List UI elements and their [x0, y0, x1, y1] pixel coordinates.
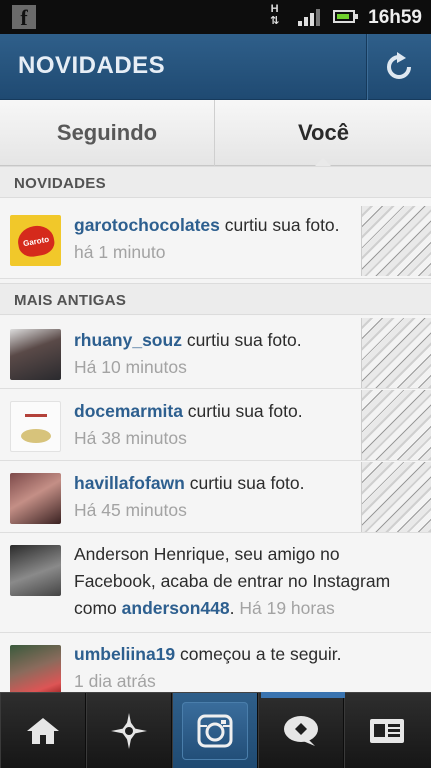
- timestamp: há 1 minuto: [74, 242, 166, 262]
- nav-profile-button[interactable]: [344, 693, 430, 768]
- home-icon: [26, 718, 59, 744]
- activity-text: curtiu sua foto.: [219, 215, 340, 235]
- page-title: NOVIDADES: [18, 52, 166, 79]
- list-item[interactable]: Garoto garotochocolates curtiu sua foto.…: [0, 198, 431, 279]
- username-link[interactable]: docemarmita: [74, 401, 183, 421]
- bottom-navigation: [0, 692, 431, 768]
- tab-seguindo[interactable]: Seguindo: [0, 100, 215, 166]
- top-header: NOVIDADES: [0, 34, 431, 100]
- activity-text: começou a te seguir.: [175, 644, 342, 664]
- tab-voce[interactable]: Você: [216, 100, 431, 166]
- active-nav-indicator: [261, 692, 345, 698]
- list-item[interactable]: havillafofawn curtiu sua foto. Há 45 min…: [0, 461, 431, 533]
- signal-strength-icon: [298, 8, 320, 26]
- timestamp: 1 dia atrás: [74, 671, 156, 691]
- nav-explore-button[interactable]: [86, 693, 172, 768]
- section-header-older: MAIS ANTIGAS: [0, 283, 431, 315]
- profile-card-icon: [370, 719, 404, 743]
- timestamp: Há 10 minutos: [74, 357, 187, 377]
- list-item[interactable]: rhuany_souz curtiu sua foto. Há 10 minut…: [0, 316, 431, 389]
- username-link[interactable]: umbeliina19: [74, 644, 175, 664]
- list-item[interactable]: docemarmita curtiu sua foto. Há 38 minut…: [0, 389, 431, 461]
- list-item[interactable]: Anderson Henrique, seu amigo no Facebook…: [0, 533, 431, 633]
- nav-camera-button[interactable]: [172, 693, 258, 768]
- username-link[interactable]: anderson448: [122, 598, 230, 618]
- avatar[interactable]: Garoto: [10, 215, 61, 266]
- facebook-notification-icon: f: [12, 5, 36, 30]
- tab-bar: Seguindo Você: [0, 100, 431, 166]
- timestamp: Há 19 horas: [239, 598, 335, 618]
- photo-thumbnail[interactable]: [361, 462, 431, 532]
- timestamp: Há 45 minutos: [74, 500, 187, 520]
- avatar[interactable]: [10, 545, 61, 596]
- activity-text: .: [229, 598, 235, 618]
- status-bar: f H ⇅ 16h59: [0, 0, 431, 34]
- photo-thumbnail[interactable]: [361, 318, 431, 388]
- activity-text: curtiu sua foto.: [182, 401, 303, 421]
- refresh-button[interactable]: [366, 34, 431, 100]
- avatar[interactable]: [10, 401, 61, 452]
- news-speech-bubble-icon: [283, 716, 318, 746]
- nav-news-button[interactable]: [258, 693, 344, 768]
- nav-home-button[interactable]: [0, 693, 86, 768]
- activity-text: curtiu sua foto.: [184, 473, 305, 493]
- battery-icon: [333, 10, 358, 23]
- refresh-icon: [387, 52, 411, 79]
- avatar[interactable]: [10, 473, 61, 524]
- clock: 16h59: [368, 7, 422, 28]
- timestamp: Há 38 minutos: [74, 428, 187, 448]
- camera-icon: [197, 714, 232, 748]
- section-header-new: NOVIDADES: [0, 166, 431, 198]
- photo-thumbnail[interactable]: [361, 206, 431, 276]
- network-type-icon: H ⇅: [270, 3, 280, 27]
- activity-text: curtiu sua foto.: [181, 330, 302, 350]
- explore-star-icon: [110, 713, 147, 749]
- photo-thumbnail[interactable]: [361, 390, 431, 460]
- username-link[interactable]: rhuany_souz: [74, 330, 182, 350]
- avatar[interactable]: [10, 645, 61, 696]
- username-link[interactable]: garotochocolates: [74, 215, 220, 235]
- username-link[interactable]: havillafofawn: [74, 473, 185, 493]
- avatar[interactable]: [10, 329, 61, 380]
